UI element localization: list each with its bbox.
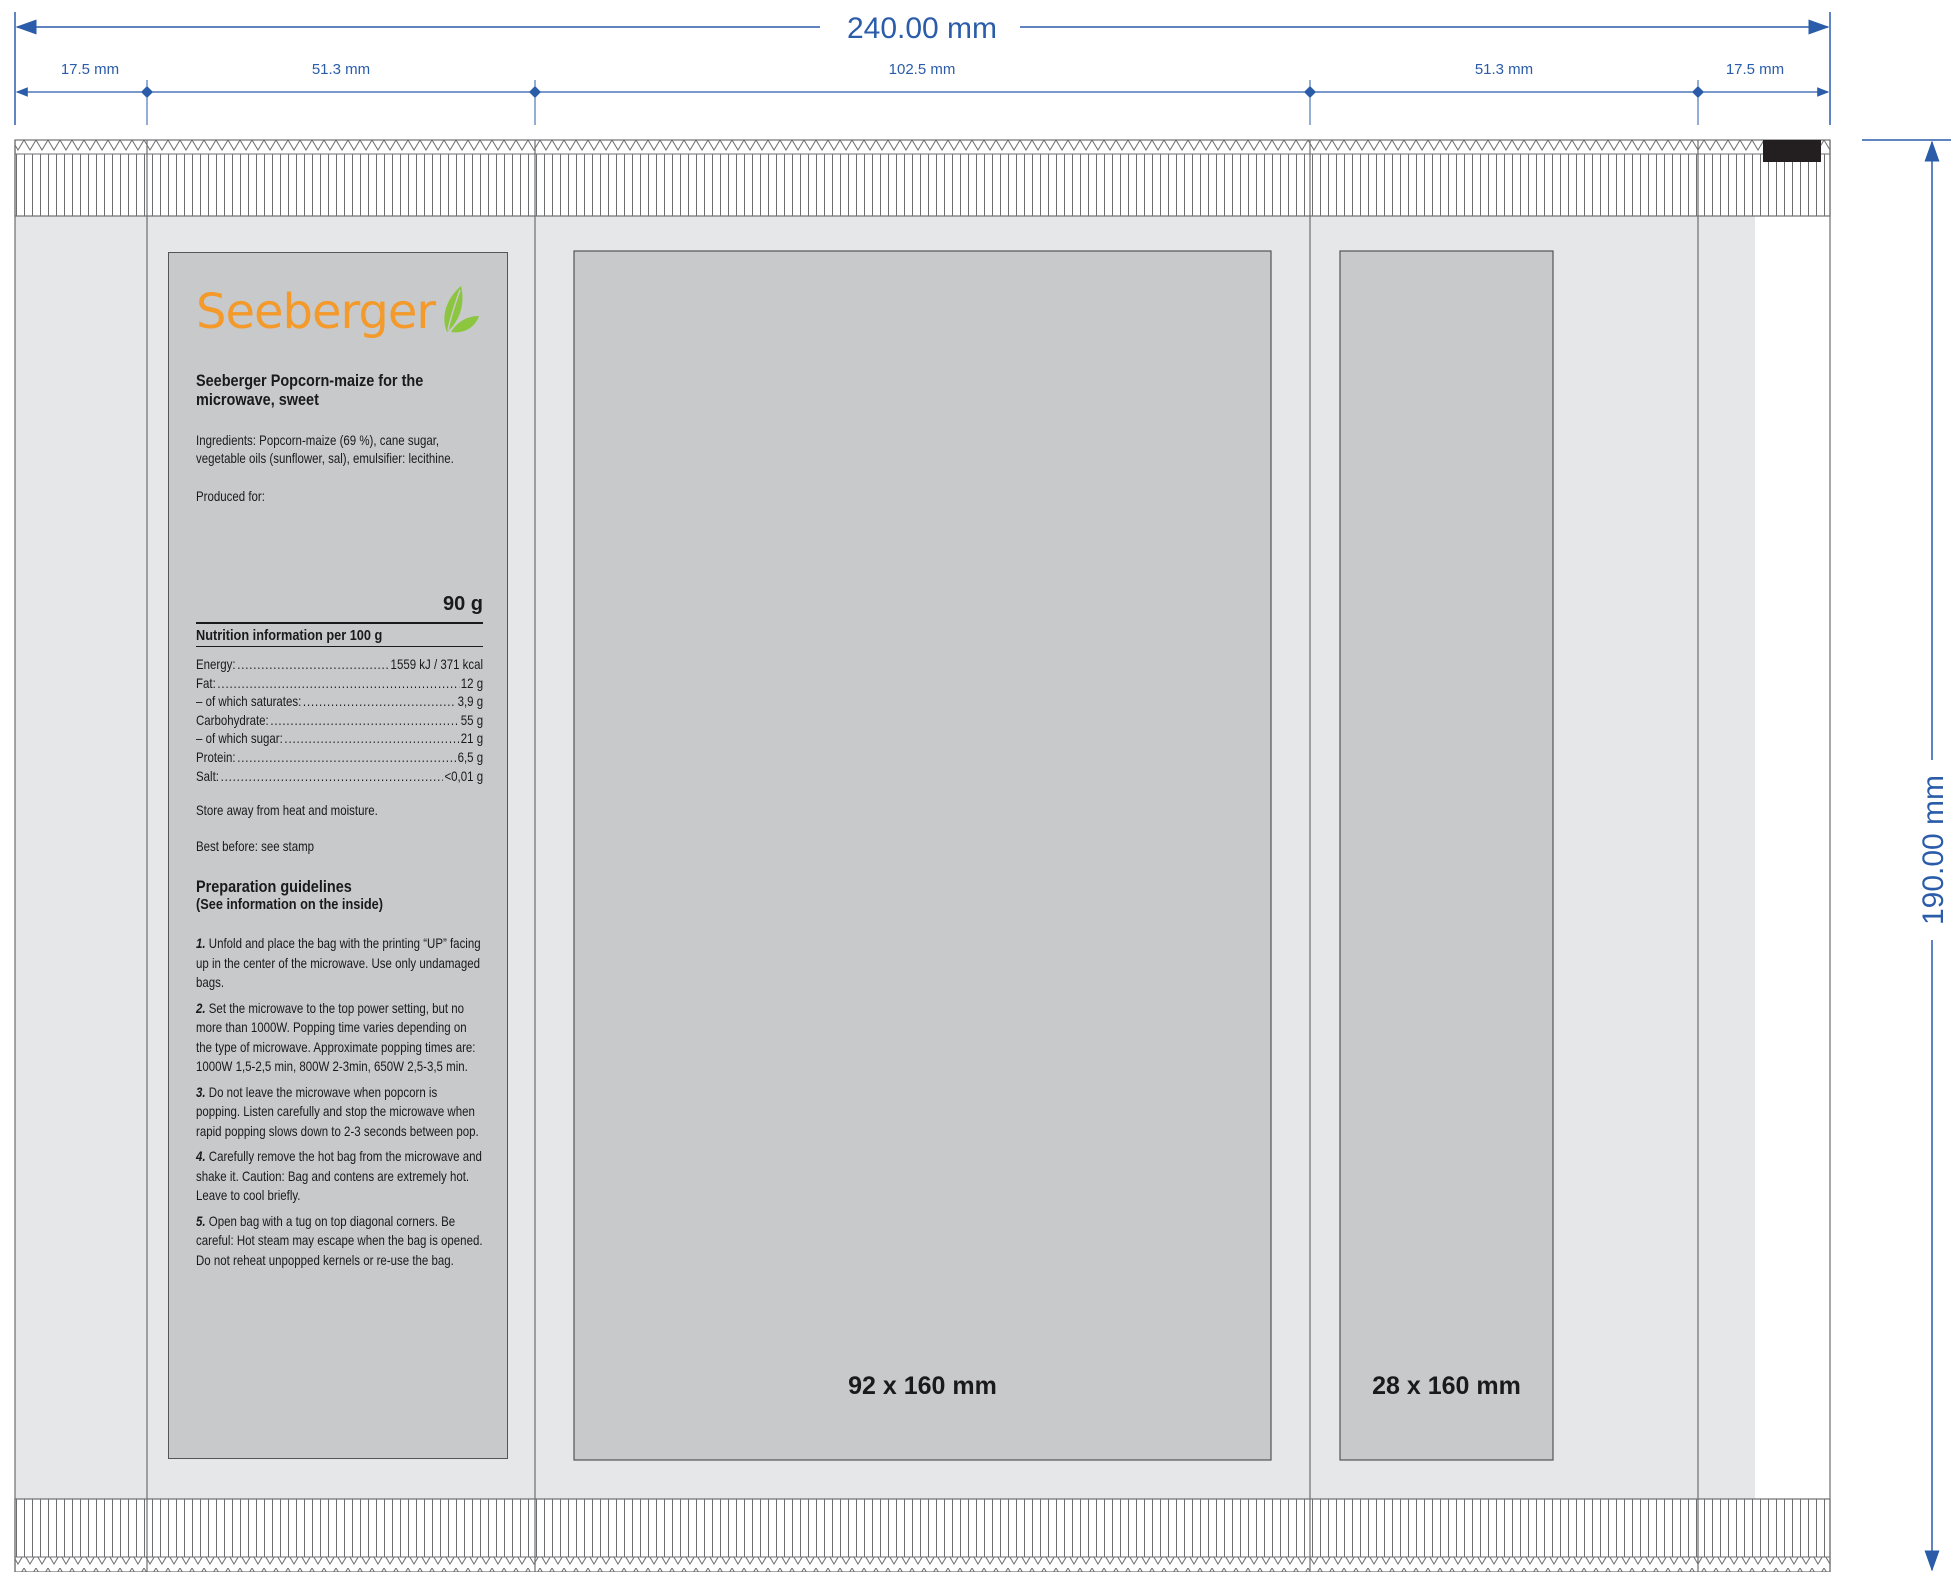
step-text: Set the microwave to the top power setti… [196, 999, 476, 1075]
segment-label-2: 51.3 mm [312, 61, 370, 78]
segment-label-1: 17.5 mm [61, 61, 119, 78]
preparation-step: 5. Open bag with a tug on top diagonal c… [196, 1212, 483, 1271]
segment-label-3: 102.5 mm [889, 61, 956, 78]
registration-mark [1763, 140, 1821, 162]
nutrition-name: Carbohydrate: [196, 711, 269, 728]
step-number: 2. [196, 999, 206, 1016]
nutrition-leader [237, 655, 389, 674]
leaf-icon [444, 286, 480, 333]
segment-dimensions: 17.5 mm 51.3 mm 102.5 mm 51.3 mm 17.5 mm [15, 61, 1830, 125]
ingredients-text: Ingredients: Popcorn-maize (69 %), cane … [196, 432, 454, 466]
nutrition-name: – of which sugar: [196, 730, 283, 747]
nutrition-value: 21 g [460, 730, 484, 747]
step-text: Unfold and place the bag with the printi… [196, 935, 481, 991]
step-text: Do not leave the microwave when popcorn … [196, 1083, 479, 1139]
best-before-text: Best before: see stamp [196, 838, 315, 855]
nutrition-row: – of which saturates: 3,9 g [196, 692, 483, 711]
nutrition-row: Carbohydrate: 55 g [196, 711, 483, 730]
nutrition-heading: Nutrition information per 100 g [196, 622, 483, 647]
step-number: 3. [196, 1083, 206, 1100]
preparation-step: 4. Carefully remove the hot bag from the… [196, 1147, 483, 1206]
overall-height-label: 190.00 mm [1917, 775, 1950, 925]
nutrition-leader [303, 692, 456, 711]
nutrition-leader [237, 748, 456, 767]
nutrition-row: Protein: 6,5 g [196, 748, 483, 767]
step-number: 1. [196, 935, 206, 952]
step-text: Carefully remove the hot bag from the mi… [196, 1148, 482, 1204]
storage-text: Store away from heat and moisture. [196, 802, 378, 819]
preparation-step: 3. Do not leave the microwave when popco… [196, 1083, 483, 1142]
preparation-step: 1. Unfold and place the bag with the pri… [196, 934, 483, 993]
back-label-panel: Seeberger Seeberger Popcorn-maize for th… [168, 252, 508, 1459]
nutrition-leader [270, 711, 459, 730]
front-panel-caption: 92 x 160 mm [848, 1372, 997, 1400]
preparation-steps: 1. Unfold and place the bag with the pri… [196, 934, 483, 1270]
overall-height-dimension: 190.00 mm [1862, 139, 1951, 1572]
nutrition-row: Salt: <0,01 g [196, 767, 483, 786]
nutrition-name: Salt: [196, 767, 219, 784]
nutrition-value: 12 g [460, 674, 484, 691]
product-title: Seeberger Popcorn-maize for the microwav… [196, 371, 424, 409]
preparation-title: Preparation guidelines [196, 877, 352, 897]
overall-width-label: 240.00 mm [847, 12, 997, 45]
nutrition-name: Protein: [196, 748, 236, 765]
nutrition-row: – of which sugar: 21 g [196, 729, 483, 748]
nutrition-name: Fat: [196, 674, 216, 691]
brand-logo: Seeberger [196, 281, 483, 343]
brand-wordmark: Seeberger [196, 284, 436, 340]
bottom-seal [14, 1498, 1831, 1572]
nutrition-name: – of which saturates: [196, 693, 302, 710]
nutrition-value: 55 g [460, 711, 484, 728]
nutrition-value: 6,5 g [457, 748, 484, 765]
preparation-step: 2. Set the microwave to the top power se… [196, 999, 483, 1077]
nutrition-row: Energy: 1559 kJ / 371 kcal [196, 655, 483, 674]
nutrition-value: <0,01 g [444, 767, 484, 784]
nutrition-table: Energy:1559 kJ / 371 kcalFat:12 g– of wh… [196, 655, 483, 785]
side-panel-area [1339, 250, 1554, 1461]
produced-for-text: Produced for: [196, 488, 265, 504]
nutrition-row: Fat: 12 g [196, 674, 483, 693]
net-weight: 90 g [442, 593, 483, 615]
top-seal [14, 139, 1831, 217]
nutrition-name: Energy: [196, 656, 236, 672]
segment-label-4: 51.3 mm [1475, 61, 1533, 78]
step-text: Open bag with a tug on top diagonal corn… [196, 1212, 483, 1268]
preparation-subtitle: (See information on the inside) [196, 896, 384, 914]
nutrition-leader [284, 729, 459, 748]
side-panel-caption: 28 x 160 mm [1372, 1372, 1521, 1400]
front-panel-area [573, 250, 1272, 1461]
nutrition-value: 1559 kJ / 371 kcal [390, 656, 484, 672]
nutrition-leader [217, 674, 459, 693]
segment-label-5: 17.5 mm [1726, 61, 1784, 78]
step-number: 4. [196, 1148, 206, 1165]
nutrition-leader [221, 767, 443, 786]
nutrition-value: 3,9 g [457, 693, 484, 710]
step-number: 5. [196, 1212, 206, 1229]
